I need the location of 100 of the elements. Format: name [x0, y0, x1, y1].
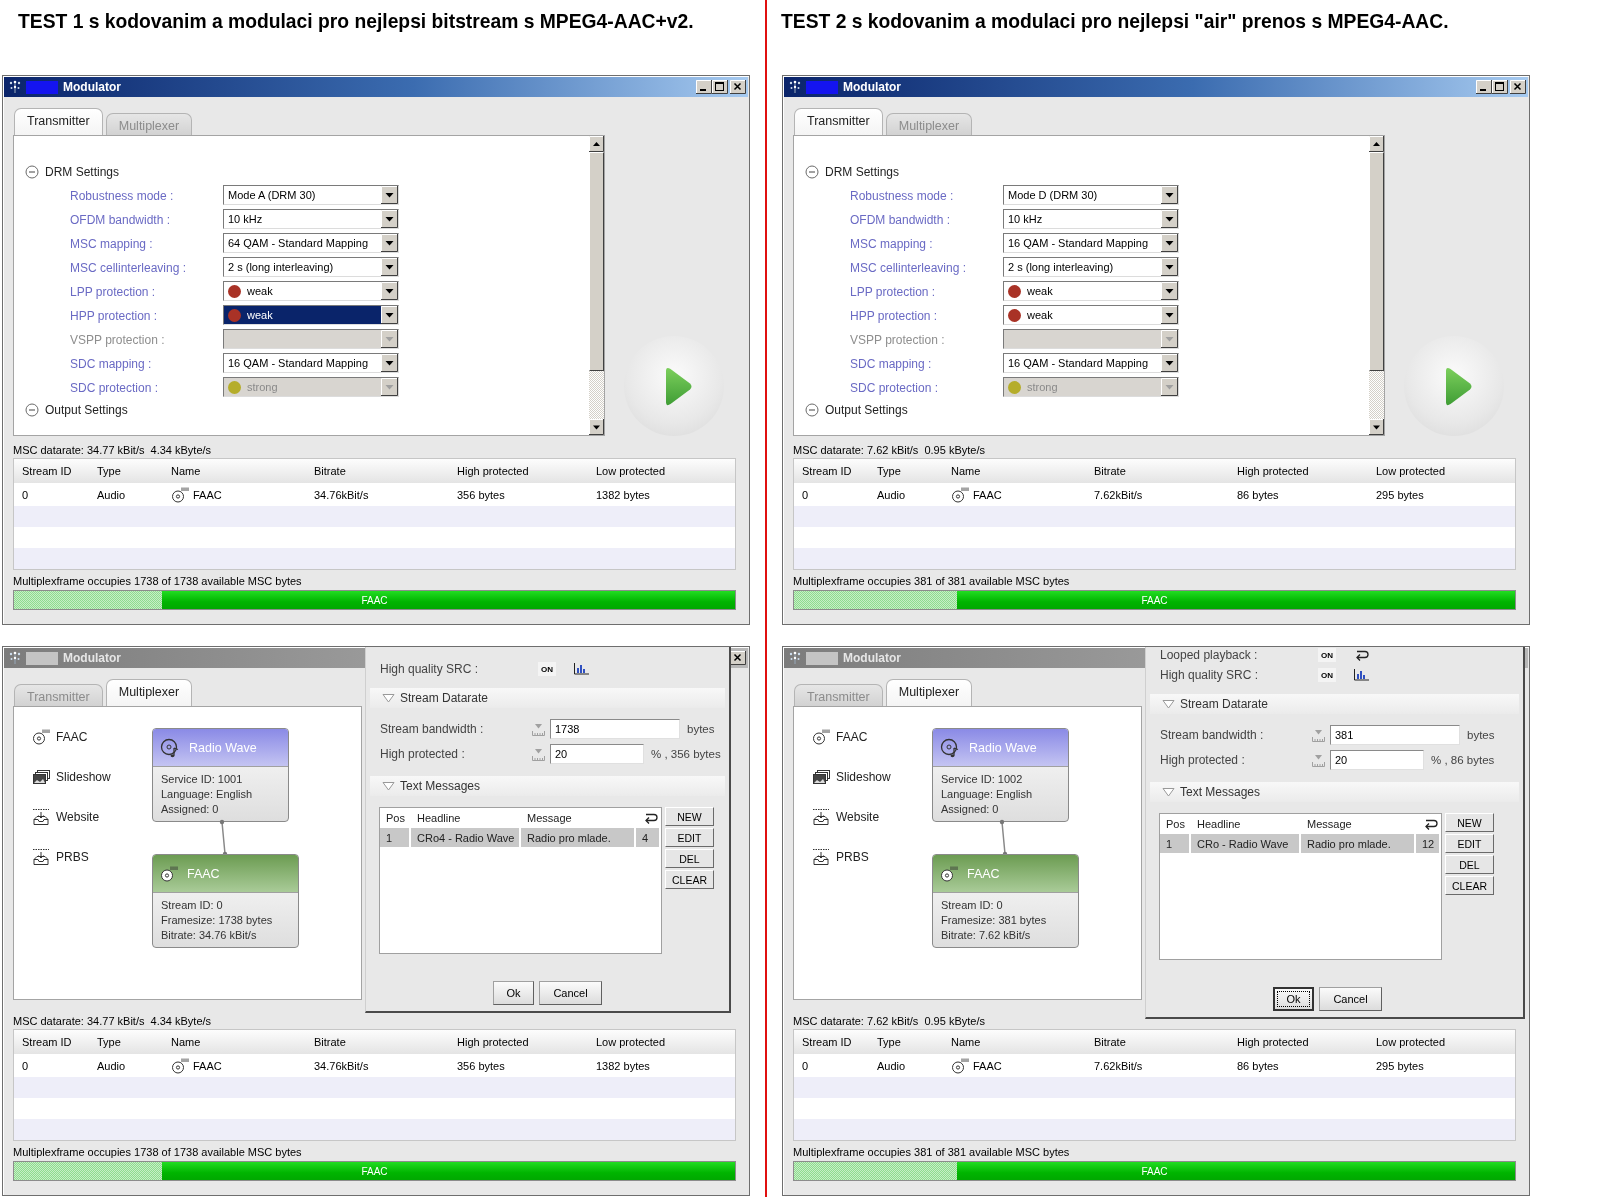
tab[interactable]: Multiplexer [885, 679, 973, 706]
stream-node[interactable]: FAAC Stream ID: 0 Framesize: 1738 bytes Bitrate: 34.76 kBit/s [152, 854, 299, 948]
down-triangle-icon[interactable] [382, 781, 395, 791]
dropdown[interactable]: 10 kHz [1003, 209, 1179, 229]
tab[interactable]: Multiplexer [105, 679, 193, 706]
service-node[interactable]: Radio Wave Service ID: 1002 Language: English Assigned: 0 [932, 728, 1069, 822]
node-title: Radio Wave [189, 740, 257, 755]
down-arrow-icon[interactable] [381, 282, 398, 300]
close-icon[interactable] [730, 80, 746, 94]
dropdown[interactable]: 2 s (long interleaving) [223, 257, 399, 277]
close-icon[interactable] [1510, 80, 1526, 94]
down-triangle-icon[interactable] [1162, 787, 1175, 797]
section-header[interactable]: Text Messages [370, 776, 725, 796]
new-button[interactable]: NEW [1445, 813, 1494, 832]
up-arrow-icon[interactable] [589, 136, 604, 152]
minimize-icon[interactable] [696, 80, 712, 94]
cancel-button[interactable]: Cancel [1319, 987, 1382, 1011]
delete-button[interactable]: DEL [1445, 855, 1494, 874]
tab[interactable]: Transmitter [14, 108, 103, 135]
dropdown[interactable]: 16 QAM - Standard Mapping [223, 353, 399, 373]
section-header[interactable]: Stream Datarate [370, 688, 725, 708]
number-field[interactable]: 20 [1330, 750, 1424, 770]
dropdown[interactable]: weak [223, 305, 399, 325]
down-arrow-icon[interactable] [1161, 282, 1178, 300]
scroll-thumb[interactable] [1369, 152, 1384, 371]
number-field[interactable]: 1738 [550, 719, 680, 739]
toggle-button[interactable]: ON [1318, 668, 1336, 682]
down-triangle-icon[interactable] [382, 693, 395, 703]
table-cell: CRo4 - Radio Wave [411, 828, 521, 847]
down-arrow-icon[interactable] [1161, 306, 1178, 324]
dropdown[interactable]: 2 s (long interleaving) [1003, 257, 1179, 277]
toggle-button[interactable]: ON [538, 662, 556, 676]
down-arrow-icon[interactable] [381, 234, 398, 252]
dropdown[interactable]: weak [223, 281, 399, 301]
dropdown[interactable]: Mode A (DRM 30) [223, 185, 399, 205]
minus-circle-icon[interactable] [805, 403, 819, 417]
scrollbar[interactable] [589, 136, 604, 435]
down-arrow-icon[interactable] [1161, 378, 1178, 396]
loop-icon [1353, 649, 1369, 661]
option-label: High quality SRC : [1160, 668, 1259, 682]
down-arrow-icon[interactable] [381, 258, 398, 276]
maximize-icon[interactable] [1492, 80, 1508, 94]
service-node[interactable]: Radio Wave Service ID: 1001 Language: English Assigned: 0 [152, 728, 289, 822]
source-item[interactable]: Slideshow [812, 766, 891, 788]
down-arrow-icon[interactable] [1161, 186, 1178, 204]
minus-circle-icon[interactable] [805, 165, 819, 179]
music-disc-icon [160, 737, 180, 758]
down-arrow-icon[interactable] [381, 306, 398, 324]
message-row[interactable]: 1 CRo - Radio Wave Radio pro mlade. 12 [1160, 834, 1441, 853]
dropdown[interactable]: 64 QAM - Standard Mapping [223, 233, 399, 253]
scrollbar[interactable] [1369, 136, 1384, 435]
ok-button[interactable]: Ok [1273, 987, 1314, 1011]
down-arrow-icon[interactable] [381, 186, 398, 204]
delete-button[interactable]: DEL [665, 849, 714, 868]
message-row[interactable]: 1 CRo4 - Radio Wave Radio pro mlade. 4 [380, 828, 661, 847]
source-item[interactable]: PRBS [32, 846, 89, 868]
dropdown[interactable]: 16 QAM - Standard Mapping [1003, 353, 1179, 373]
ok-button[interactable]: Ok [493, 981, 534, 1005]
dropdown[interactable]: weak [1003, 281, 1179, 301]
number-field[interactable]: 20 [550, 744, 644, 764]
down-arrow-icon[interactable] [1161, 354, 1178, 372]
down-arrow-icon[interactable] [1369, 419, 1384, 435]
segment-label: FAAC [361, 1165, 388, 1177]
down-arrow-icon[interactable] [1161, 210, 1178, 228]
section-header[interactable]: Stream Datarate [1150, 694, 1519, 714]
down-arrow-icon[interactable] [381, 210, 398, 228]
table-cell: 295 bytes [1376, 488, 1424, 501]
stream-node[interactable]: FAAC Stream ID: 0 Framesize: 381 bytes Bitrate: 7.62 kBit/s [932, 854, 1079, 948]
down-arrow-icon[interactable] [381, 354, 398, 372]
clear-button[interactable]: CLEAR [1445, 876, 1494, 895]
tab[interactable]: Transmitter [794, 108, 883, 135]
source-item[interactable]: Slideshow [32, 766, 111, 788]
section-header[interactable]: Text Messages [1150, 782, 1519, 802]
scroll-thumb[interactable] [589, 152, 604, 371]
minimize-icon[interactable] [1476, 80, 1492, 94]
maximize-icon[interactable] [712, 80, 728, 94]
dropdown[interactable]: 16 QAM - Standard Mapping [1003, 233, 1179, 253]
up-arrow-icon[interactable] [1369, 136, 1384, 152]
source-item[interactable]: FAAC [32, 726, 88, 748]
source-item[interactable]: PRBS [812, 846, 869, 868]
down-triangle-icon[interactable] [1162, 699, 1175, 709]
cancel-button[interactable]: Cancel [539, 981, 602, 1005]
source-item[interactable]: Website [812, 806, 880, 828]
source-item[interactable]: Website [32, 806, 100, 828]
minus-circle-icon[interactable] [25, 165, 39, 179]
new-button[interactable]: NEW [665, 807, 714, 826]
source-item[interactable]: FAAC [812, 726, 868, 748]
down-arrow-icon[interactable] [1161, 234, 1178, 252]
dropdown[interactable]: Mode D (DRM 30) [1003, 185, 1179, 205]
edit-button[interactable]: EDIT [665, 828, 714, 847]
edit-button[interactable]: EDIT [1445, 834, 1494, 853]
dropdown[interactable]: weak [1003, 305, 1179, 325]
dropdown[interactable]: 10 kHz [223, 209, 399, 229]
minus-circle-icon[interactable] [25, 403, 39, 417]
down-arrow-icon[interactable] [381, 378, 398, 396]
down-arrow-icon[interactable] [1161, 258, 1178, 276]
toggle-button[interactable]: ON [1318, 648, 1336, 662]
down-arrow-icon[interactable] [589, 419, 604, 435]
number-field[interactable]: 381 [1330, 725, 1460, 745]
clear-button[interactable]: CLEAR [665, 870, 714, 889]
